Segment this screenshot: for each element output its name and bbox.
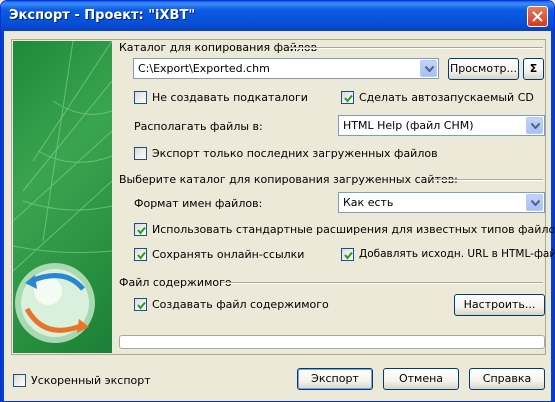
create-contents-label: Создавать файл содержимого — [152, 298, 329, 311]
add-url-checkbox[interactable]: Добавлять исходн. URL в HTML-файл — [341, 248, 554, 262]
autorun-label: Сделать автозапускаемый CD — [359, 91, 534, 104]
contents-group-divider — [221, 282, 543, 284]
sigma-button[interactable]: Σ — [523, 58, 544, 80]
filename-format-value: Как есть — [343, 196, 394, 209]
catalog-group-divider — [289, 47, 543, 49]
keep-links-label: Сохранять онлайн-ссылки — [152, 248, 305, 261]
filename-format-dropdown-button[interactable] — [526, 194, 543, 211]
fast-export-box — [13, 374, 26, 387]
checkmark-icon — [344, 251, 353, 260]
only-last-checkbox[interactable]: Экспорт только последних загруженных фай… — [134, 147, 438, 161]
create-contents-box — [134, 298, 147, 311]
close-icon — [532, 11, 543, 22]
place-files-combo[interactable]: HTML Help (файл CHM) — [338, 115, 545, 136]
place-files-value: HTML Help (файл CHM) — [343, 119, 474, 132]
help-button[interactable]: Справка — [469, 368, 545, 390]
web-globe-icon — [13, 41, 112, 343]
close-button[interactable] — [527, 6, 548, 27]
export-path-value: C:\Export\Exported.chm — [138, 62, 270, 75]
filename-format-label: Формат имен файлов: — [134, 197, 263, 210]
keep-links-checkbox[interactable]: Сохранять онлайн-ссылки — [134, 248, 334, 262]
checkmark-icon — [137, 301, 146, 310]
only-last-box — [134, 147, 147, 160]
chevron-down-icon — [531, 200, 540, 206]
create-contents-checkbox[interactable]: Создавать файл содержимого — [134, 298, 354, 312]
autorun-checkbox[interactable]: Сделать автозапускаемый CD — [341, 91, 541, 105]
frame-right — [551, 31, 554, 401]
only-last-label: Экспорт только последних загруженных фай… — [152, 147, 438, 160]
no-subdirs-label: Не создавать подкаталоги — [152, 91, 308, 104]
add-url-label: Добавлять исходн. URL в HTML-файл — [359, 248, 555, 260]
checkmark-icon — [137, 251, 146, 260]
chevron-down-icon — [531, 123, 540, 129]
export-path-dropdown-button[interactable] — [420, 60, 437, 77]
export-dialog: Экспорт - Проект: "iXBT" Каталог для коп… — [0, 0, 555, 402]
std-ext-checkbox[interactable]: Использовать стандартные расширения для … — [134, 223, 554, 237]
add-url-box — [341, 248, 354, 261]
export-progress-bar — [119, 335, 545, 349]
no-subdirs-box — [134, 91, 147, 104]
place-files-label: Располагать файлы в: — [134, 120, 263, 133]
configure-button[interactable]: Настроить... — [454, 294, 545, 316]
side-banner-image — [13, 41, 112, 353]
keep-links-box — [134, 248, 147, 261]
autorun-box — [341, 91, 354, 104]
catalog-group-label: Каталог для копирования файлов — [119, 41, 318, 54]
sites-group-label: Выберите каталог для копирования загруже… — [119, 173, 458, 186]
filename-format-combo[interactable]: Как есть — [338, 192, 545, 213]
contents-group-label: Файл содержимого — [119, 276, 232, 289]
chevron-down-icon — [425, 66, 434, 72]
cancel-button[interactable]: Отмена — [383, 368, 459, 390]
fast-export-checkbox[interactable]: Ускоренный экспорт — [13, 374, 173, 388]
checkmark-icon — [137, 226, 146, 235]
title-bar[interactable]: Экспорт - Проект: "iXBT" — [1, 1, 554, 31]
std-ext-box — [134, 223, 147, 236]
checkmark-icon — [344, 94, 353, 103]
std-ext-label: Использовать стандартные расширения для … — [152, 223, 555, 236]
place-files-dropdown-button[interactable] — [526, 117, 543, 134]
sites-group-divider — [433, 179, 543, 181]
export-button[interactable]: Экспорт — [297, 368, 373, 390]
export-path-combo[interactable]: C:\Export\Exported.chm — [133, 58, 439, 79]
no-subdirs-checkbox[interactable]: Не создавать подкаталоги — [134, 91, 334, 105]
browse-button[interactable]: Просмотр... — [448, 58, 519, 80]
fast-export-label: Ускоренный экспорт — [31, 374, 151, 387]
frame-left — [1, 31, 4, 401]
window-title: Экспорт - Проект: "iXBT" — [9, 8, 196, 23]
